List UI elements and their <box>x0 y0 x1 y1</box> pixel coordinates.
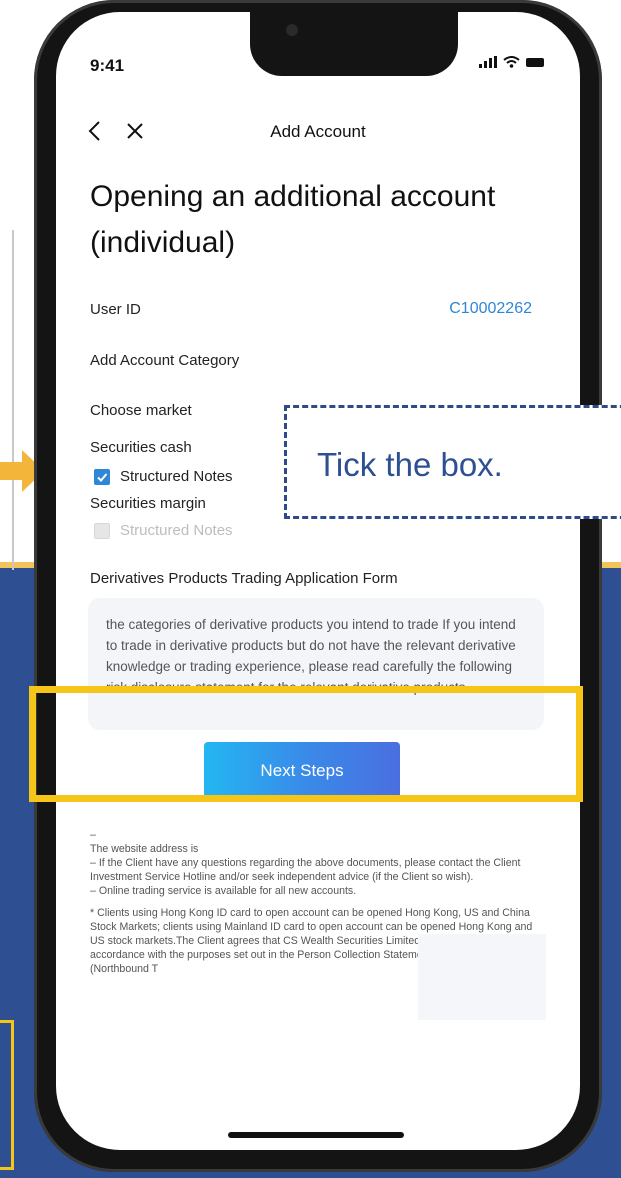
choose-market-label: Choose market <box>90 402 192 419</box>
status-time: 9:41 <box>90 56 125 75</box>
checkbox-disabled[interactable] <box>94 522 110 539</box>
status-icons <box>479 56 544 68</box>
securities-cash-structured-notes[interactable]: Structured Notes <box>94 468 233 485</box>
highlight-box <box>29 686 583 802</box>
checkbox-label: Structured Notes <box>120 468 233 485</box>
securities-cash-label: Securities cash <box>90 439 192 456</box>
user-id-value: C10002262 <box>449 300 532 317</box>
notes-dash: – <box>90 829 96 841</box>
callout-box: Tick the box. <box>284 405 621 519</box>
home-indicator[interactable] <box>228 1132 404 1138</box>
left-background-fragment <box>0 230 14 570</box>
battery-icon <box>526 57 544 67</box>
notes-line: The website address is <box>90 843 199 855</box>
securities-margin-label: Securities margin <box>90 495 206 512</box>
nav-title: Add Account <box>270 122 366 141</box>
phone-screen: 9:41 Add Account Opening an additional a… <box>56 12 580 1150</box>
securities-margin-structured-notes[interactable]: Structured Notes <box>94 522 233 539</box>
notes-line: – Online trading service is available fo… <box>90 885 357 897</box>
wifi-icon <box>503 56 520 68</box>
signal-icon <box>479 56 497 68</box>
left-highlight-fragment <box>0 1020 14 1170</box>
blurred-area <box>418 934 546 1020</box>
derivatives-form-title: Derivatives Products Trading Application… <box>90 570 398 587</box>
phone-notch <box>250 12 458 76</box>
callout-text: Tick the box. <box>317 446 503 483</box>
camera-icon <box>286 24 298 36</box>
checkbox-checked[interactable] <box>94 468 110 485</box>
checkbox-label: Structured Notes <box>120 522 233 539</box>
checkmark-icon <box>97 472 108 482</box>
page-title: Opening an additional account (individua… <box>90 180 496 259</box>
user-id-label: User ID <box>90 301 141 318</box>
notes-line: – If the Client have any questions regar… <box>90 857 521 883</box>
add-account-category-label: Add Account Category <box>90 352 240 369</box>
